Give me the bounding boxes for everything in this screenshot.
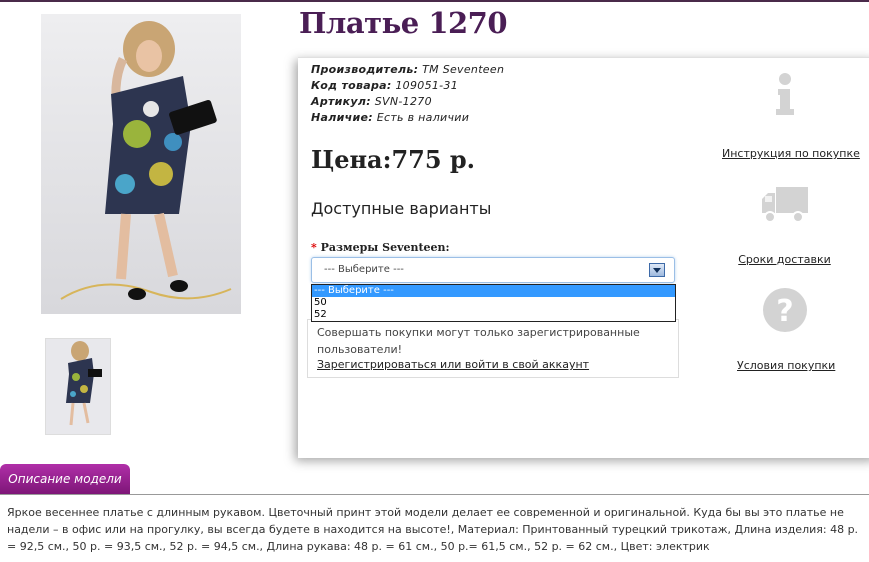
product-title: Платье 1270 [299,6,508,40]
dropdown-arrow-icon[interactable] [649,263,665,277]
manufacturer-value: ТМ Seventeen [422,63,505,76]
availability-row: Наличие: Есть в наличии [311,110,504,126]
info-icon [775,73,794,115]
product-code-row: Код товара: 109051-31 [311,78,504,94]
product-description: Яркое весеннее платье с длинным рукавом.… [7,506,859,553]
size-field-label: * Размеры Seventeen: [311,241,450,254]
size-label-text: Размеры Seventeen: [320,241,450,254]
size-select-value: --- Выберите --- [324,264,404,275]
question-icon: ? [762,288,807,332]
availability-value: Есть в наличии [376,111,470,124]
tab-description[interactable]: Описание модели [0,464,130,495]
delivery-link[interactable]: Сроки доставки [737,253,832,266]
product-code-value: 109051-31 [395,79,459,92]
size-dropdown-list[interactable]: --- Выберите --- 50 52 [311,284,676,322]
size-select[interactable]: --- Выберите --- [311,257,675,283]
manufacturer-label: Производитель: [311,63,419,76]
top-border [0,0,869,2]
product-code-label: Код товара: [311,79,392,92]
product-meta: Производитель: ТМ Seventeen Код товара: … [311,62,504,126]
instructions-block[interactable]: Инструкция по покупке [722,72,860,160]
size-option[interactable]: 52 [312,309,675,321]
terms-block[interactable]: ? Условия покупки [737,287,835,372]
instructions-link[interactable]: Инструкция по покупке [722,147,860,160]
sku-label: Артикул: [311,95,371,108]
product-photo[interactable] [41,14,241,314]
delivery-block[interactable]: Сроки доставки [737,185,832,266]
sku-row: Артикул: SVN-1270 [311,94,504,110]
truck-icon [761,187,808,223]
availability-label: Наличие: [311,111,373,124]
required-star: * [311,241,317,254]
size-option[interactable]: --- Выберите --- [312,285,675,297]
register-login-link[interactable]: Зарегистрироваться или войти в свой акка… [317,358,589,371]
dress-photo-image [41,14,241,314]
dress-thumbnail-image [46,339,110,434]
login-notice: Совершать покупки могут только зарегистр… [307,319,679,378]
login-notice-text: Совершать покупки могут только зарегистр… [317,326,640,356]
terms-link[interactable]: Условия покупки [737,359,835,372]
manufacturer-row: Производитель: ТМ Seventeen [311,62,504,78]
tab-divider [0,494,869,495]
sku-value: SVN-1270 [374,95,432,108]
product-thumbnail[interactable] [45,338,111,435]
size-option[interactable]: 50 [312,297,675,309]
variants-heading: Доступные варианты [311,199,492,218]
svg-text:?: ? [776,294,793,329]
product-price: Цена:775 р. [311,145,476,174]
